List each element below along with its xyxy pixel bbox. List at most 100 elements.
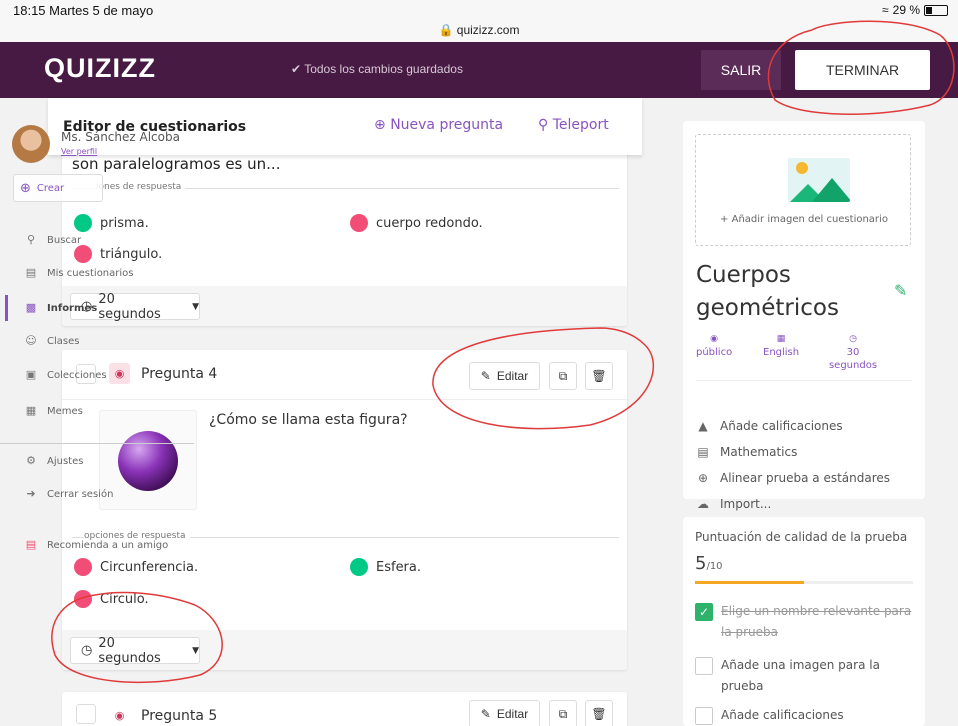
language-icon: ▦ — [776, 334, 786, 344]
meta-label: 30 segundos — [828, 347, 878, 371]
checkbox-icon[interactable] — [695, 707, 713, 725]
delete-button[interactable]: 🗑 — [585, 700, 613, 726]
salir-button[interactable]: SALIR — [701, 50, 781, 90]
delete-button[interactable]: 🗑 — [585, 362, 613, 390]
lock-icon: 🔒 — [438, 23, 454, 37]
drag-handle[interactable] — [76, 704, 96, 724]
image-icon: ▦ — [25, 404, 37, 417]
add-quiz-image-dropzone[interactable]: + Añadir imagen del cuestionario — [695, 134, 911, 246]
answer-option: cuerpo redondo. — [350, 214, 483, 232]
subject-link[interactable]: ▤ Mathematics — [696, 445, 797, 459]
quiz-info-panel: + Añadir imagen del cuestionario Cuerpos… — [683, 121, 925, 511]
correct-dot-icon — [350, 558, 368, 576]
teleport-button[interactable]: ⚲ Teleport — [538, 117, 609, 133]
sidebar-item-buscar[interactable]: ⚲ Buscar — [25, 234, 81, 246]
import-link[interactable]: ☁ Import... — [696, 497, 771, 511]
caret-down-icon: ▼ — [192, 301, 199, 312]
visibility-meta[interactable]: ◉ público — [696, 333, 732, 359]
sidebar-item-label: Colecciones — [47, 369, 107, 381]
sidebar-item-memes[interactable]: ▦ Memes — [25, 405, 83, 417]
sidebar-item-mis-cuestionarios[interactable]: ▤ Mis cuestionarios — [25, 267, 134, 279]
create-button[interactable]: ⊕ Crear — [13, 174, 103, 202]
checklist-item[interactable]: ✓ Elige un nombre relevante para la prue… — [695, 601, 915, 643]
quality-progress-fill — [695, 581, 804, 584]
sidebar-item-clases[interactable]: ☺ Clases — [25, 335, 79, 347]
answer-label: Circunferencia. — [100, 559, 199, 575]
sidebar-item-label: Memes — [47, 405, 83, 417]
add-image-label: + Añadir imagen del cuestionario — [720, 214, 888, 225]
address-bar[interactable]: 🔒 quizizz.com — [0, 23, 958, 37]
question-header: ◉ Pregunta 4 ✎ Editar ⧉ 🗑 — [62, 350, 627, 400]
duplicate-button[interactable]: ⧉ — [549, 700, 577, 726]
incorrect-dot-icon — [350, 214, 368, 232]
users-icon: ☺ — [25, 334, 37, 347]
pencil-icon: ✎ — [480, 369, 491, 383]
top-header: QUIZIZZ ✔ Todos los cambios guardados SA… — [0, 42, 958, 98]
time-meta[interactable]: ◷ 30 segundos — [823, 333, 883, 372]
language-meta[interactable]: ▦ English — [763, 333, 799, 359]
eye-icon: ◉ — [710, 334, 719, 344]
align-standards-link[interactable]: ⊕ Alinear prueba a estándares — [696, 471, 890, 485]
cloud-upload-icon: ☁ — [697, 497, 709, 511]
plus-circle-icon: ⊕ — [374, 117, 386, 133]
edit-button[interactable]: ✎ Editar — [469, 700, 540, 726]
sidebar-item-informes[interactable]: ▩ Informes — [25, 302, 97, 314]
logout-icon: ➜ — [26, 487, 36, 500]
sphere-image — [118, 431, 178, 491]
checklist-item[interactable]: Añade una imagen para la prueba — [695, 655, 915, 697]
gear-icon: ⚙ — [26, 454, 36, 467]
answer-option: triángulo. — [74, 245, 162, 263]
pencil-icon: ✎ — [480, 707, 491, 721]
checklist-item[interactable]: Añade calificaciones — [695, 705, 915, 726]
bar-chart-icon: ▩ — [25, 301, 37, 314]
plus-circle-icon: ⊕ — [697, 471, 709, 485]
question-text: son paralelogramos es un... — [72, 155, 281, 173]
link-label: Añade calificaciones — [720, 419, 843, 433]
sidebar-item-colecciones[interactable]: ▣ Colecciones — [25, 369, 107, 381]
question-image[interactable] — [99, 410, 197, 510]
edit-title-pencil-icon[interactable]: ✎ — [894, 281, 907, 300]
time-dropdown[interactable]: ◷ 20 segundos ▼ — [70, 636, 200, 666]
image-placeholder-icon — [788, 158, 850, 202]
checkbox-checked-icon[interactable]: ✓ — [695, 603, 713, 621]
options-heading: iones de respuesta — [96, 182, 186, 192]
view-profile-link[interactable]: Ver perfil — [61, 147, 97, 156]
edit-button[interactable]: ✎ Editar — [469, 362, 540, 390]
edit-label: Editar — [496, 369, 529, 383]
checklist-label: Elige un nombre relevante para la prueba — [721, 604, 912, 639]
edit-label: Editar — [496, 707, 529, 721]
terminar-button[interactable]: TERMINAR — [795, 50, 930, 90]
answer-label: triángulo. — [100, 246, 163, 262]
sidebar-item-label: Cerrar sesión — [47, 488, 114, 500]
status-time: 18:15 Martes 5 de mayo — [13, 3, 154, 18]
duplicate-button[interactable]: ⧉ — [549, 362, 577, 390]
checkbox-icon[interactable] — [695, 657, 713, 675]
checklist-label: Añade calificaciones — [721, 708, 844, 722]
meta-label: English — [763, 347, 800, 358]
sidebar-item-label: Clases — [47, 335, 80, 347]
question-label: Pregunta 5 — [141, 708, 218, 724]
sidebar-item-recomienda[interactable]: ▤ Recomienda a un amigo — [25, 539, 168, 551]
sidebar-item-label: Buscar — [47, 234, 82, 246]
clock-icon: ◷ — [849, 334, 857, 344]
quizizz-logo[interactable]: QUIZIZZ — [44, 53, 156, 84]
score-value: 5 — [695, 553, 707, 574]
sidebar-item-ajustes[interactable]: ⚙ Ajustes — [25, 455, 83, 467]
check-icon: ✔ — [291, 62, 302, 76]
new-question-button[interactable]: ⊕ Nueva pregunta — [374, 117, 503, 133]
answer-option: Círculo. — [74, 590, 149, 608]
divider — [0, 443, 194, 444]
copy-icon: ⧉ — [558, 706, 568, 721]
checklist-label: Añade una imagen para la prueba — [721, 658, 880, 693]
graduation-cap-icon: ▲ — [698, 419, 708, 433]
search-icon: ⚲ — [538, 117, 549, 133]
sidebar-item-label: Informes — [47, 302, 98, 314]
avatar[interactable] — [12, 125, 50, 163]
sidebar-item-cerrar-sesion[interactable]: ➜ Cerrar sesión — [25, 488, 113, 500]
add-grades-link[interactable]: ▲ Añade calificaciones — [696, 419, 843, 433]
score-max: /10 — [706, 561, 723, 572]
question-card-4: ◉ Pregunta 4 ✎ Editar ⧉ 🗑 ¿Cómo se llama… — [62, 350, 627, 670]
create-label: Crear — [36, 182, 65, 194]
multiple-choice-icon: ◉ — [114, 709, 125, 722]
answer-label: cuerpo redondo. — [376, 215, 483, 231]
